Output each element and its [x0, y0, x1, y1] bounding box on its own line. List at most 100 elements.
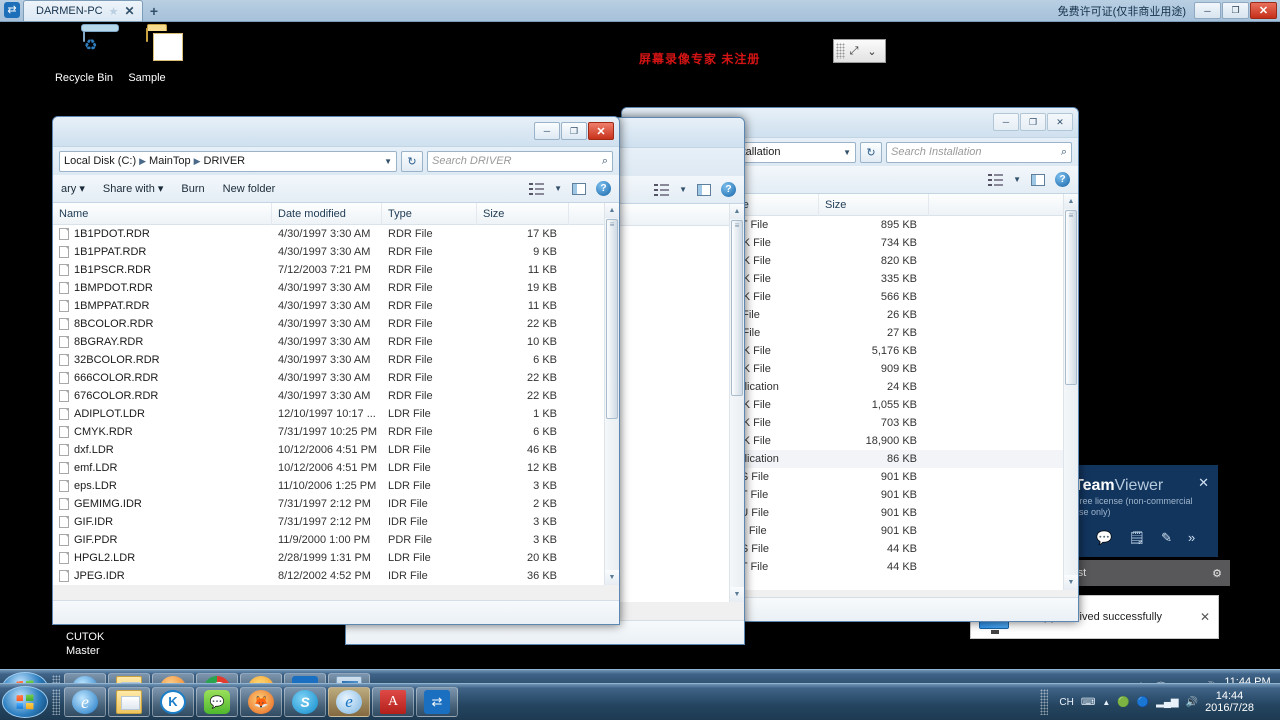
breadcrumb-segment[interactable]: MainTop	[149, 155, 191, 167]
blue-icon[interactable]: 🔵	[1137, 697, 1149, 708]
share-with-menu[interactable]: Share with ▾	[103, 182, 164, 195]
table-row[interactable]: 8BGRAY.RDR 4/30/1997 3:30 AM RDR File 10 KB	[53, 333, 619, 351]
table-row[interactable]: 32BCOLOR.RDR 4/30/1997 3:30 AM RDR File 6 K…	[53, 351, 619, 369]
close-button[interactable]: ✕	[1250, 2, 1277, 19]
column-header-date[interactable]: Date modified	[272, 203, 382, 225]
scroll-down-arrow-icon[interactable]: ▼	[605, 570, 619, 585]
chat-icon[interactable]: 💬	[1096, 530, 1112, 546]
table-row[interactable]: JPEG.IDR 8/12/2002 4:52 PM IDR File 36 KB	[53, 567, 619, 585]
tray-grip-icon[interactable]	[1040, 689, 1049, 715]
burn-button[interactable]: Burn	[181, 183, 204, 195]
vertical-scrollbar[interactable]: ▲ ▼	[729, 204, 744, 602]
table-row[interactable]: 666COLOR.RDR 4/30/1997 3:30 AM RDR File 22 …	[53, 369, 619, 387]
taskbar-item-teamviewer[interactable]	[416, 687, 458, 717]
view-options-icon[interactable]	[988, 173, 1004, 186]
remote-float-toolbar[interactable]: ⤢ ⌄	[833, 39, 886, 63]
maximize-button[interactable]: ❐	[561, 122, 587, 140]
table-row[interactable]: 1B1PSCR.RDR 7/12/2003 7:21 PM RDR File 11 K…	[53, 261, 619, 279]
view-options-icon[interactable]	[529, 182, 545, 195]
local-taskbar[interactable]: CH ⌨ ▲ 🟢 🔵 ▂▄▆ 🔊 14:44 2016/7/28	[0, 683, 1280, 720]
close-button[interactable]: ✕	[588, 122, 614, 140]
keyboard-icon[interactable]: ⌨	[1081, 697, 1095, 708]
taskbar-item-wechat[interactable]	[196, 687, 238, 717]
network-icon[interactable]: ▂▄▆	[1156, 697, 1178, 708]
chevron-down-icon[interactable]: ▼	[843, 148, 851, 157]
table-row[interactable]: 1B1PPAT.RDR 4/30/1997 3:30 AM RDR File 9 KB	[53, 243, 619, 261]
scrollbar-thumb[interactable]	[1065, 210, 1077, 385]
table-row[interactable]: 1BMPPAT.RDR 4/30/1997 3:30 AM RDR File 11 K…	[53, 297, 619, 315]
drag-grip-icon[interactable]	[52, 674, 60, 683]
favorite-star-icon[interactable]: ★	[109, 5, 119, 18]
close-icon[interactable]: ✕	[1200, 610, 1210, 624]
window-titlebar[interactable]: ─ ❐ ✕	[53, 117, 619, 147]
taskbar-item-flower[interactable]	[240, 672, 282, 683]
table-row[interactable]: emf.LDR 10/12/2006 4:51 PM LDR File 12 KB	[53, 459, 619, 477]
preview-pane-icon[interactable]	[697, 183, 711, 196]
view-options-icon[interactable]	[654, 183, 670, 196]
table-row[interactable]: GIF.PDR 11/9/2000 1:00 PM PDR File 3 KB	[53, 531, 619, 549]
table-row[interactable]: eps.LDR 11/10/2006 1:25 PM LDR File 3 KB	[53, 477, 619, 495]
table-row[interactable]: GIF.IDR 7/31/1997 2:12 PM IDR File 3 KB	[53, 513, 619, 531]
maximize-button[interactable]: ❐	[1020, 113, 1046, 131]
help-icon[interactable]: ?	[596, 181, 611, 196]
taskbar-item-ie-orange[interactable]	[328, 687, 370, 717]
taskbar-item-teamviewer[interactable]	[284, 672, 326, 683]
fullscreen-icon[interactable]: ⤢	[845, 45, 863, 58]
scroll-up-arrow-icon[interactable]: ▲	[605, 203, 619, 218]
chevron-down-icon[interactable]: ▼	[384, 157, 392, 166]
taskbar-item-chrome[interactable]	[196, 672, 238, 683]
help-icon[interactable]: ?	[1055, 172, 1070, 187]
minimize-button[interactable]: ─	[534, 122, 560, 140]
chevron-down-icon[interactable]: ▼	[1013, 175, 1021, 184]
table-row[interactable]: CMYK.RDR 7/31/1997 10:25 PM RDR File 6 KB	[53, 423, 619, 441]
scroll-down-arrow-icon[interactable]: ▼	[1064, 575, 1078, 590]
taskbar-item-skype[interactable]	[284, 687, 326, 717]
drag-grip-icon[interactable]	[836, 43, 845, 59]
local-clock[interactable]: 14:44 2016/7/28	[1205, 690, 1254, 714]
scroll-up-arrow-icon[interactable]: ▲	[730, 204, 744, 219]
chevron-down-icon[interactable]: ▼	[679, 185, 687, 194]
taskbar-item-kingsoft[interactable]	[152, 687, 194, 717]
taskbar-item-explorer[interactable]	[108, 672, 150, 683]
session-tab-darmen-pc[interactable]: DARMEN-PC ★ ✕	[23, 0, 143, 21]
gear-icon[interactable]: ⚙	[1212, 567, 1230, 580]
help-icon[interactable]: ?	[721, 182, 736, 197]
drag-grip-icon[interactable]	[52, 689, 60, 715]
desktop-icon-recycle-bin[interactable]: Recycle Bin	[48, 28, 120, 84]
table-row[interactable]: dxf.LDR 10/12/2006 4:51 PM LDR File 46 KB	[53, 441, 619, 459]
organize-menu[interactable]: ary ▾	[61, 182, 85, 195]
scrollbar-thumb[interactable]	[731, 220, 743, 396]
restore-button[interactable]: ❐	[1222, 2, 1249, 19]
notes-icon[interactable]: 🗒	[1129, 530, 1146, 546]
breadcrumb-segment[interactable]: DRIVER	[204, 155, 246, 167]
table-row[interactable]: 676COLOR.RDR 4/30/1997 3:30 AM RDR File 22 …	[53, 387, 619, 405]
taskbar-item-ie[interactable]	[64, 672, 106, 683]
close-icon[interactable]: ✕	[125, 4, 135, 18]
vertical-scrollbar[interactable]: ▲ ▼	[1063, 194, 1078, 590]
minimize-button[interactable]: ─	[993, 113, 1019, 131]
volume-icon[interactable]: 🔊	[1186, 697, 1198, 708]
green-icon[interactable]: 🟢	[1117, 697, 1129, 708]
more-icon[interactable]: »	[1188, 530, 1195, 546]
taskbar-item-pdf[interactable]	[372, 687, 414, 717]
refresh-button[interactable]: ↻	[401, 150, 423, 172]
column-header-size[interactable]: Size	[477, 203, 569, 225]
remote-clock[interactable]: 11:44 PM 7/27/2016	[1223, 676, 1272, 684]
desktop-icon-sample[interactable]: Sample	[111, 28, 183, 84]
taskbar-item-wmp[interactable]	[152, 672, 194, 683]
column-header-name[interactable]: Name	[53, 203, 272, 225]
search-input[interactable]: Search DRIVER ⌕	[427, 150, 613, 172]
preview-pane-icon[interactable]	[1031, 173, 1045, 186]
table-row[interactable]: ADIPLOT.LDR 12/10/1997 10:17 ... LDR File 1…	[53, 405, 619, 423]
new-folder-button[interactable]: New folder	[223, 183, 276, 195]
remote-taskbar[interactable]: ▲ ⚑ 🛡 ▂▄▆ 🔊 11:44 PM 7/27/2016	[0, 669, 1280, 683]
refresh-button[interactable]: ↻	[860, 141, 882, 163]
column-header-type[interactable]: Type	[382, 203, 477, 225]
scroll-up-arrow-icon[interactable]: ▲	[1064, 194, 1078, 209]
chevron-down-icon[interactable]: ▼	[554, 184, 562, 193]
tray-expand-arrow-icon[interactable]: ▲	[1102, 698, 1110, 707]
breadcrumb-segment[interactable]: Local Disk (C:)	[64, 155, 136, 167]
table-row[interactable]: HPGL2.LDR 2/28/1999 1:31 PM LDR File 20 KB	[53, 549, 619, 567]
minimize-button[interactable]: ─	[1194, 2, 1221, 19]
vertical-scrollbar[interactable]: ▲ ▼	[604, 203, 619, 585]
